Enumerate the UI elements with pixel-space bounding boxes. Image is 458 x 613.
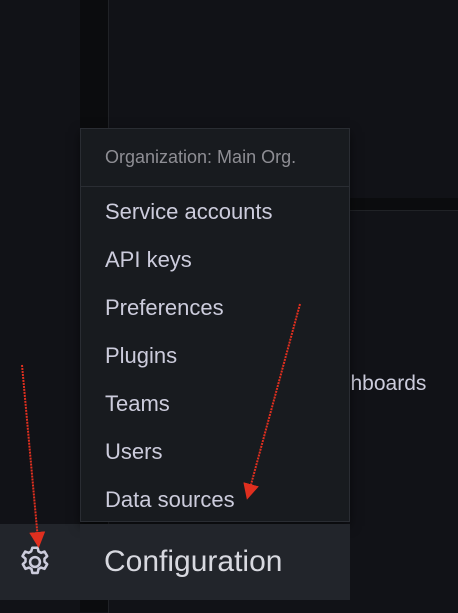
menu-item-users[interactable]: Users	[81, 428, 349, 476]
menu-item-plugins[interactable]: Plugins	[81, 332, 349, 380]
configuration-dropdown-menu: Organization: Main Org. Service accounts…	[80, 128, 350, 522]
menu-item-service-accounts[interactable]: Service accounts	[81, 188, 349, 236]
menu-header-organization: Organization: Main Org.	[81, 129, 349, 187]
menu-item-teams[interactable]: Teams	[81, 380, 349, 428]
gear-icon	[21, 546, 49, 575]
menu-section-title-configuration[interactable]: Configuration	[80, 524, 350, 600]
menu-item-preferences[interactable]: Preferences	[81, 284, 349, 332]
sidebar	[0, 0, 80, 612]
menu-item-api-keys[interactable]: API keys	[81, 236, 349, 284]
menu-item-data-sources[interactable]: Data sources	[81, 476, 349, 524]
dashboards-heading: shboards	[340, 372, 427, 395]
